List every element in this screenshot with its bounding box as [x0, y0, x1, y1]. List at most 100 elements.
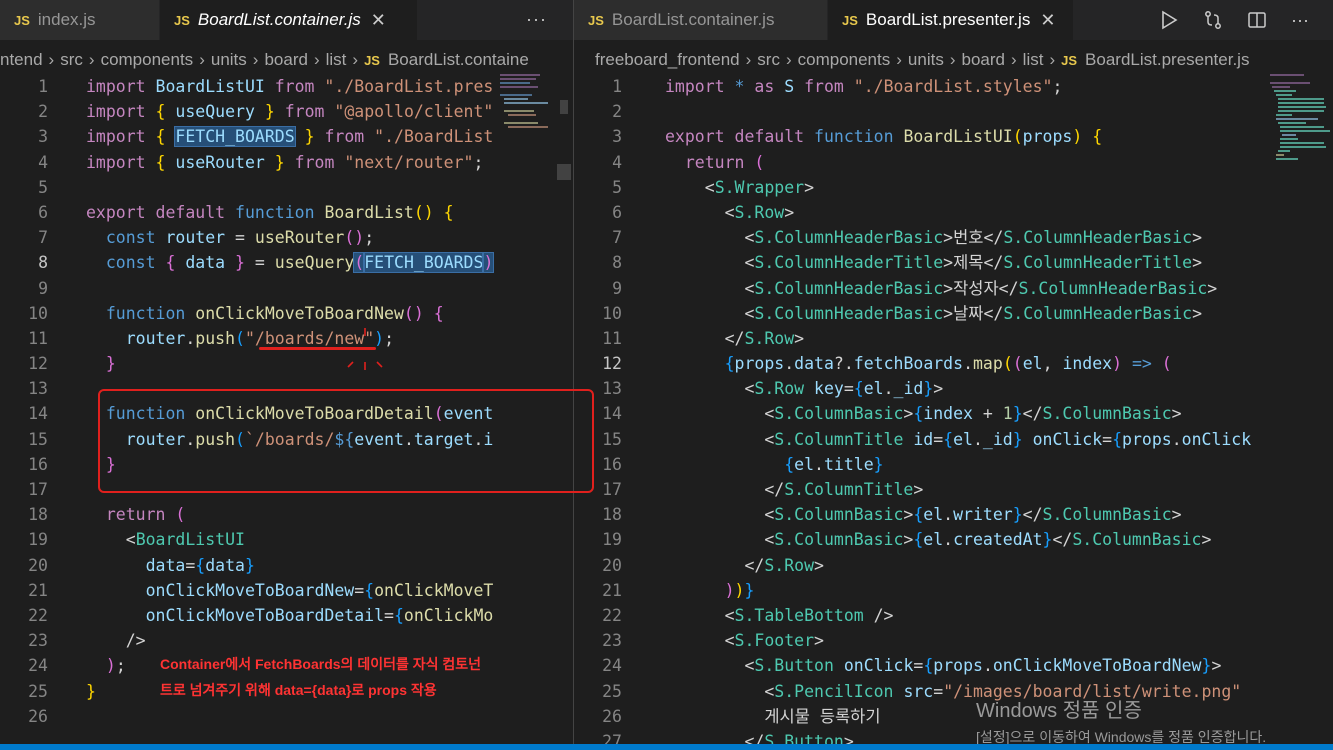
code-line[interactable]: 17 </S.ColumnTitle>: [574, 477, 1264, 502]
split-editor-icon[interactable]: [1247, 10, 1267, 30]
breadcrumb-item[interactable]: BoardList.presenter.js: [1085, 50, 1249, 70]
minimap[interactable]: [496, 74, 566, 234]
code-token: as: [754, 77, 775, 96]
js-file-icon: JS: [14, 12, 30, 28]
code-token: from: [804, 77, 844, 96]
code-line[interactable]: 19 <BoardListUI: [0, 527, 496, 552]
source-compare-icon[interactable]: [1203, 10, 1223, 30]
breadcrumb-item[interactable]: components: [798, 50, 891, 70]
code-line[interactable]: 21 ))}: [574, 578, 1264, 603]
code-token: data: [185, 253, 226, 273]
code-line[interactable]: 6 <S.Row>: [574, 200, 1264, 225]
code-line[interactable]: 20 </S.Row>: [574, 553, 1264, 578]
breadcrumb-item[interactable]: components: [101, 50, 194, 70]
tab-boardlist-container[interactable]: JS BoardList.container.js ✕: [160, 0, 418, 40]
code-line[interactable]: 23 />: [0, 628, 496, 653]
breadcrumb-item[interactable]: BoardList.containe: [388, 50, 529, 70]
code-line[interactable]: 18 return (: [0, 502, 496, 527]
scrollbar-thumb[interactable]: [560, 100, 568, 114]
code-token: <: [764, 404, 775, 424]
tab-boardlist-container[interactable]: JS BoardList.container.js: [574, 0, 828, 40]
close-icon[interactable]: ✕: [1040, 10, 1055, 31]
breadcrumb-item[interactable]: ntend: [0, 50, 43, 70]
code-line[interactable]: 22 <S.TableBottom />: [574, 603, 1264, 628]
code-line[interactable]: 4 import { useRouter } from "next/router"…: [0, 150, 496, 175]
breadcrumb-item[interactable]: units: [211, 50, 247, 70]
code-line[interactable]: 21 onClickMoveToBoardNew={onClickMoveT: [0, 578, 496, 603]
code-token: >: [794, 328, 805, 348]
breadcrumb-item[interactable]: list: [326, 50, 347, 70]
code-line[interactable]: 2 import { useQuery } from "@apollo/clien…: [0, 99, 496, 124]
code-line[interactable]: 5: [0, 175, 496, 200]
breadcrumb-item[interactable]: src: [757, 50, 780, 70]
code-line[interactable]: 24 <S.Button onClick={props.onClickMoveT…: [574, 653, 1264, 678]
code-token: ): [1112, 354, 1132, 374]
more-actions-icon[interactable]: ···: [526, 9, 547, 30]
code-line[interactable]: 4 return (: [574, 150, 1264, 175]
code-line[interactable]: 23 <S.Footer>: [574, 628, 1264, 653]
code-token: =: [185, 555, 196, 575]
code-line[interactable]: 10 <S.ColumnHeaderBasic>날짜</S.ColumnHead…: [574, 301, 1264, 326]
code-line[interactable]: 19 <S.ColumnBasic>{el.createdAt}</S.Colu…: [574, 527, 1264, 552]
code-token: id: [913, 429, 934, 449]
code-line[interactable]: 11 </S.Row>: [574, 326, 1264, 351]
scrollbar-marker[interactable]: [557, 164, 571, 180]
code-line[interactable]: 18 <S.ColumnBasic>{el.writer}</S.ColumnB…: [574, 502, 1264, 527]
code-token: fetchBoards: [853, 354, 964, 374]
code-token: key: [814, 379, 844, 399]
minimap[interactable]: [1264, 74, 1333, 234]
code-line[interactable]: 11 router.push("/boards/new");: [0, 326, 496, 351]
code-line[interactable]: 6 export default function BoardList() {: [0, 200, 496, 225]
breadcrumb-item[interactable]: units: [908, 50, 944, 70]
code-line[interactable]: 22 onClickMoveToBoardDetail={onClickMo: [0, 603, 496, 628]
code-line[interactable]: 26: [0, 704, 496, 729]
more-actions-icon[interactable]: ···: [1291, 10, 1309, 31]
breadcrumb-item[interactable]: src: [60, 50, 83, 70]
code-token: .: [943, 530, 954, 550]
code-editor[interactable]: 1 import * as S from "./BoardList.styles"…: [574, 74, 1264, 744]
line-number: 27: [602, 731, 622, 744]
code-token: useQuery: [274, 253, 355, 273]
annotation-note-line-1: Container에서 FetchBoards의 데이터를 자식 컴토넌: [160, 656, 482, 672]
code-line[interactable]: 9: [0, 276, 496, 301]
tab-boardlist-presenter[interactable]: JS BoardList.presenter.js ✕: [828, 0, 1074, 40]
close-icon[interactable]: ✕: [371, 10, 386, 31]
code-line[interactable]: 16 {el.title}: [574, 452, 1264, 477]
code-line[interactable]: 3 export default function BoardListUI(pro…: [574, 124, 1264, 149]
code-line[interactable]: 1 import BoardListUI from "./BoardList.pr…: [0, 74, 496, 99]
code-line[interactable]: 8 const { data } = useQuery(FETCH_BOARDS…: [0, 250, 496, 275]
code-line[interactable]: 12 }: [0, 351, 496, 376]
breadcrumb-item[interactable]: board: [264, 50, 307, 70]
breadcrumb-item[interactable]: board: [962, 50, 1005, 70]
code-line[interactable]: 13 <S.Row key={el._id}>: [574, 376, 1264, 401]
line-number: 10: [602, 303, 622, 323]
code-line[interactable]: 3 import { FETCH_BOARDS } from "./BoardLi…: [0, 124, 496, 149]
play-icon[interactable]: [1159, 10, 1179, 30]
code-line[interactable]: 2: [574, 99, 1264, 124]
line-number: 12: [602, 354, 622, 374]
code-line[interactable]: 12 {props.data?.fetchBoards.map((el, ind…: [574, 351, 1264, 376]
code-line[interactable]: 5 <S.Wrapper>: [574, 175, 1264, 200]
code-token: S.ColumnHeaderBasic: [754, 278, 944, 298]
breadcrumb-item[interactable]: list: [1023, 50, 1044, 70]
js-file-icon: JS: [1061, 52, 1078, 68]
code-line[interactable]: 14 <S.ColumnBasic>{index + 1}</S.ColumnB…: [574, 401, 1264, 426]
code-line[interactable]: 7 const router = useRouter();: [0, 225, 496, 250]
code-line[interactable]: 15 <S.ColumnTitle id={el._id} onClick={p…: [574, 427, 1264, 452]
code-line[interactable]: 8 <S.ColumnHeaderTitle>제목</S.ColumnHeade…: [574, 250, 1264, 275]
tab-index-js[interactable]: JS index.js: [0, 0, 160, 40]
code-token: 1: [1002, 404, 1013, 424]
code-token: ): [105, 656, 116, 676]
code-line[interactable]: 10 function onClickMoveToBoardNew() {: [0, 301, 496, 326]
code-token: {: [943, 429, 954, 449]
code-line[interactable]: 20 data={data}: [0, 553, 496, 578]
code-line[interactable]: 1 import * as S from "./BoardList.styles"…: [574, 74, 1264, 99]
breadcrumb-item[interactable]: freeboard_frontend: [595, 50, 740, 70]
code-line[interactable]: 9 <S.ColumnHeaderBasic>작성자</S.ColumnHead…: [574, 276, 1264, 301]
code-line[interactable]: 7 <S.ColumnHeaderBasic>번호</S.ColumnHeade…: [574, 225, 1264, 250]
